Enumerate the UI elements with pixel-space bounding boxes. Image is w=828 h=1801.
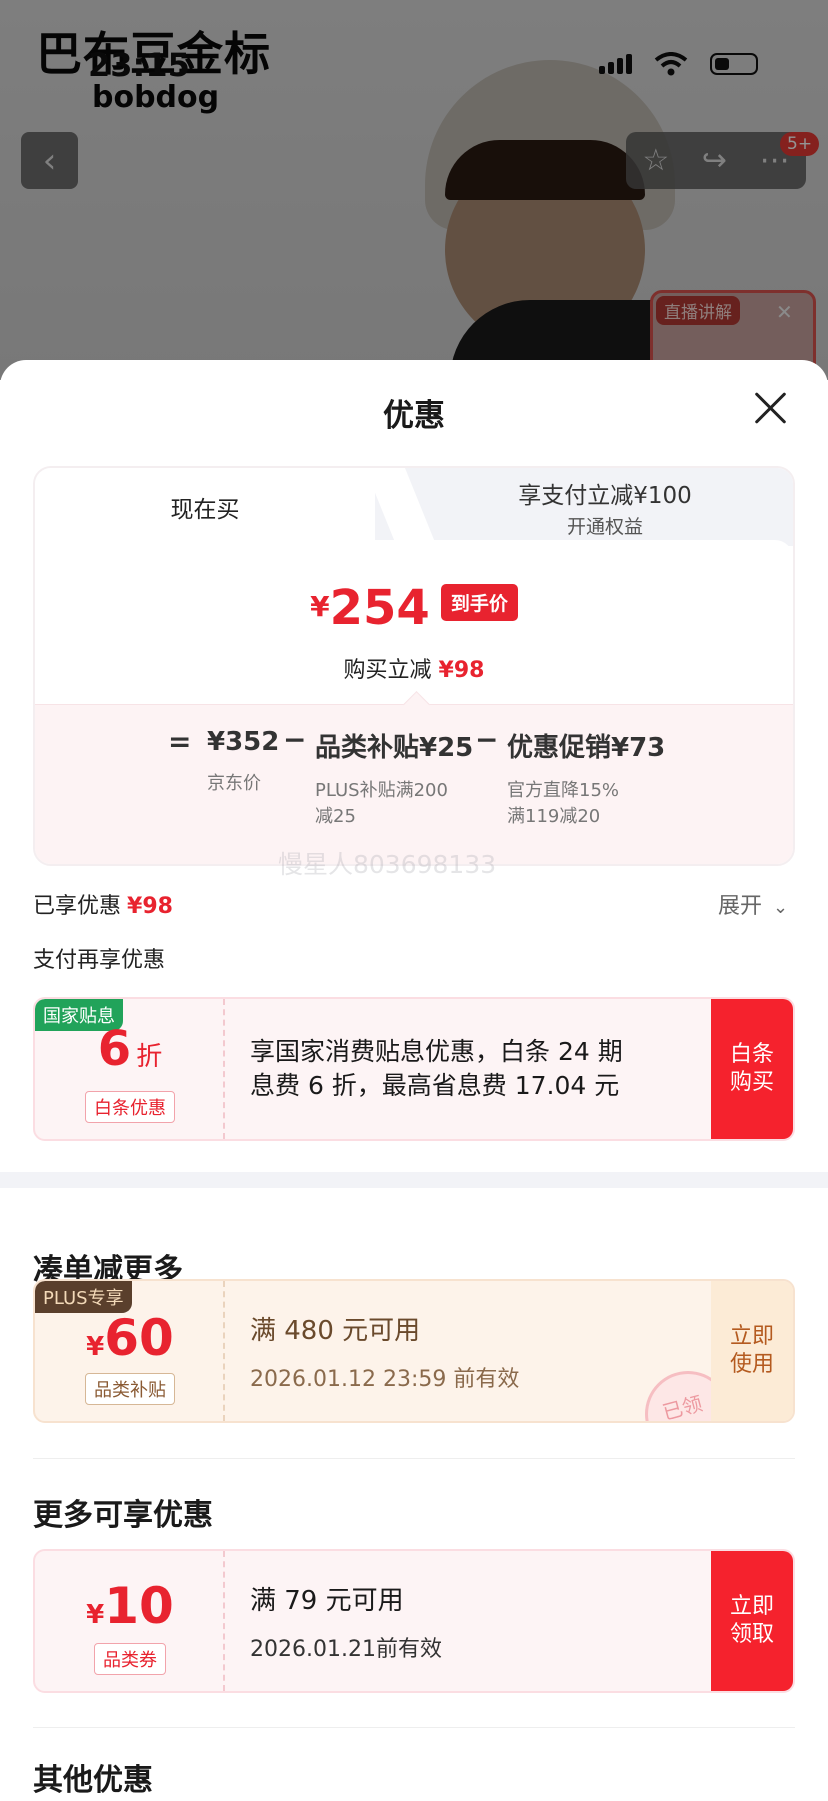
coupon-value: ¥10	[35, 1577, 225, 1635]
category-coupon: ¥10 品类券 满 79 元可用 2026.01.21前有效 立即 领取	[33, 1549, 795, 1693]
final-price: ¥254 到手价	[35, 580, 793, 636]
coupon-currency: ¥	[86, 1332, 105, 1362]
promotion-value: 优惠促销¥73	[507, 733, 666, 763]
coupon-description: 满 480 元可用 2026.01.12 23:59 前有效	[250, 1281, 519, 1421]
coupon-type: 品类券	[35, 1643, 225, 1675]
buy-discount-value: ¥98	[438, 658, 485, 683]
baitiao-buy-button[interactable]: 白条 购买	[711, 999, 793, 1139]
expand-label: 展开	[718, 894, 763, 919]
overlay-dim[interactable]	[0, 0, 828, 380]
coupon-value-unit: 折	[136, 1042, 163, 1072]
minus-sign: −	[475, 723, 499, 756]
coupon-description: 满 79 元可用 2026.01.21前有效	[250, 1551, 442, 1691]
coupon-desc-2: 2026.01.12 23:59 前有效	[250, 1366, 520, 1392]
coupon-type-label: 白条优惠	[85, 1091, 175, 1123]
promotion-col: 优惠促销¥73 官方直降15% 满119减20	[507, 727, 665, 830]
final-price-tag: 到手价	[440, 584, 518, 621]
coupon-value-number: 6	[97, 1021, 132, 1077]
currency-symbol: ¥	[310, 590, 330, 623]
coupon-description: 享国家消费贴息优惠，白条 24 期 息费 6 折，最高省息费 17.04 元	[250, 999, 623, 1139]
tab-buy-now[interactable]: 现在买	[35, 468, 375, 546]
coupon-value-number: 10	[104, 1577, 174, 1635]
coupon-desc-2: 2026.01.21前有效	[250, 1636, 442, 1662]
enjoyed-discount: 已享优惠 ¥98	[33, 888, 173, 920]
coupon-desc-1: 满 480 元可用	[250, 1315, 421, 1346]
category-subsidy: 品类补贴¥25	[315, 733, 474, 763]
category-subsidy-note-1: PLUS补贴满200	[315, 780, 448, 801]
coupon-desc-1: 享国家消费贴息优惠，白条 24 期	[250, 1037, 623, 1066]
price-card: 现在买 享支付立减¥100 开通权益 ¥254 到手价 购买立减 ¥98 = ¥…	[33, 466, 795, 866]
category-subsidy-col: 品类补贴¥25 PLUS补贴满200 减25	[315, 727, 473, 830]
divider	[33, 1727, 795, 1728]
national-subsidy-coupon: 国家贴息 6 折 白条优惠 享国家消费贴息优惠，白条 24 期 息费 6 折，最…	[33, 997, 795, 1141]
watermark: 慢星人803698133	[278, 850, 497, 879]
section-title-more-enjoy: 更多可享优惠	[33, 1498, 213, 1533]
promotion-note-2: 满119减20	[507, 806, 601, 827]
product-header-background: 巴布豆金标 bobdog 23:15 ‹ ☆ ↪ ⋯ 5+ 直播讲解 ✕	[0, 0, 828, 380]
divider	[33, 1458, 795, 1459]
jd-price-col: ¥352 京东价	[207, 727, 279, 797]
buy-discount-line: 购买立减 ¥98	[35, 652, 793, 684]
coupon-type: 品类补贴	[35, 1373, 225, 1405]
use-now-button[interactable]: 立即 使用	[711, 1281, 793, 1421]
coupon-desc-2: 息费 6 折，最高省息费 17.04 元	[250, 1071, 620, 1100]
buy-discount-label: 购买立减	[343, 658, 432, 683]
category-subsidy-note-2: 减25	[315, 806, 356, 827]
discount-sheet: 优惠 现在买 享支付立减¥100 开通权益 ¥254 到手价 购买立减 ¥98 …	[0, 360, 828, 1801]
jd-price-label: 京东价	[207, 773, 261, 794]
coupon-type: 白条优惠	[35, 1091, 225, 1123]
promotion-note: 官方直降15% 满119减20	[507, 778, 665, 830]
jd-price: ¥352	[207, 727, 280, 757]
coupon-currency: ¥	[86, 1600, 105, 1630]
category-subsidy-note: PLUS补贴满200 减25	[315, 778, 473, 830]
tab-pay-title: 享支付立减¥100	[518, 483, 692, 509]
coupon-left: 国家贴息 6 折 白条优惠	[35, 999, 225, 1139]
price-breakdown: = ¥352 京东价 − 品类补贴¥25 PLUS补贴满200 减25 − 优惠…	[35, 691, 793, 864]
coupon-value: ¥60	[35, 1309, 225, 1367]
pay-more-title: 支付再享优惠	[33, 948, 166, 973]
tab-pay-subtitle: 开通权益	[566, 516, 643, 538]
sheet-title: 优惠	[383, 398, 445, 434]
coupon-value-number: 60	[104, 1309, 174, 1367]
final-price-value: 254	[329, 580, 430, 636]
tab-pay-discount[interactable]: 享支付立减¥100 开通权益	[415, 476, 793, 539]
equals-sign: =	[168, 725, 192, 758]
chevron-down-icon: ⌄	[773, 897, 789, 918]
coupon-desc-1: 满 79 元可用	[250, 1585, 404, 1616]
expand-button[interactable]: 展开 ⌄	[718, 888, 788, 920]
coupon-value: 6 折	[35, 1021, 225, 1077]
coupon-left: ¥10 品类券	[35, 1551, 225, 1691]
enjoyed-value: ¥98	[127, 894, 173, 919]
plus-coupon: PLUS专享 ¥60 品类补贴 满 480 元可用 2026.01.12 23:…	[33, 1279, 795, 1423]
enjoyed-label: 已享优惠	[33, 894, 122, 919]
coupon-left: PLUS专享 ¥60 品类补贴	[35, 1281, 225, 1421]
coupon-type-label: 品类券	[94, 1643, 166, 1675]
close-icon[interactable]	[752, 390, 788, 426]
claim-now-button[interactable]: 立即 领取	[711, 1551, 793, 1691]
coupon-type-label: 品类补贴	[85, 1373, 175, 1405]
promotion-note-1: 官方直降15%	[507, 780, 620, 801]
section-title-other: 其他优惠	[33, 1763, 153, 1798]
section-separator	[0, 1172, 828, 1188]
minus-sign: −	[283, 723, 307, 756]
